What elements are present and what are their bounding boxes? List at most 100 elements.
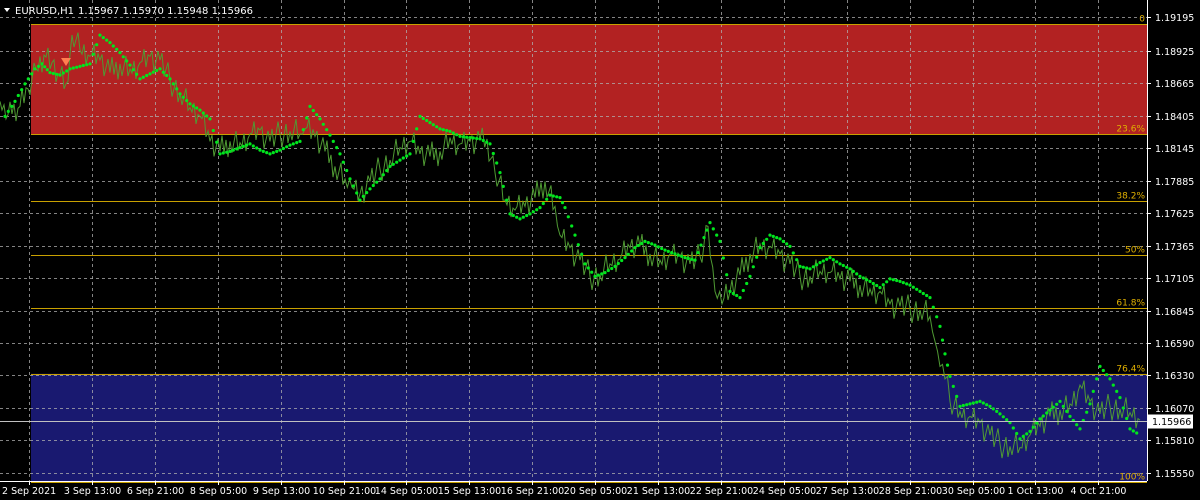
sar-dot xyxy=(298,139,302,143)
sar-dot xyxy=(858,274,862,278)
sar-dot xyxy=(225,150,229,154)
sar-dot xyxy=(278,148,282,152)
sar-dot xyxy=(596,273,600,277)
sar-dot xyxy=(461,135,465,139)
sar-dot xyxy=(705,228,709,232)
sar-dot xyxy=(815,263,819,267)
price-tick-label: 1.17365 xyxy=(1155,242,1194,253)
sar-dot xyxy=(331,139,335,143)
sar-dot xyxy=(435,125,439,129)
sar-dot xyxy=(798,264,802,268)
sar-dot xyxy=(676,253,680,257)
sar-dot xyxy=(368,187,372,191)
sar-dot xyxy=(231,148,235,152)
price-tick-label: 1.17105 xyxy=(1155,274,1194,285)
sar-dot xyxy=(131,68,135,72)
sar-dot xyxy=(978,399,982,403)
sar-dot xyxy=(448,129,452,133)
sar-dot xyxy=(535,208,539,212)
sar-dot xyxy=(115,47,119,51)
sar-dot xyxy=(48,71,52,75)
sar-dot xyxy=(178,92,182,96)
chart-window[interactable]: 0 23.6% 38.2% 50% 61.8% 76.4% 100% 1.19195 1.18… xyxy=(0,0,1200,500)
fib-level-label: 38.2% xyxy=(1116,192,1145,202)
sar-dot xyxy=(699,243,703,247)
sar-dot xyxy=(995,409,999,413)
sar-dot xyxy=(1111,383,1115,387)
time-tick-label: 27 Sep 13:00 xyxy=(816,486,879,497)
sar-dot xyxy=(1128,427,1132,431)
sar-dot xyxy=(23,82,27,86)
sar-dot xyxy=(1025,432,1029,436)
sar-dot xyxy=(708,221,712,225)
sar-dot xyxy=(391,162,395,166)
sar-dot xyxy=(221,151,225,155)
sar-dot xyxy=(711,227,715,231)
triangle-down-icon[interactable] xyxy=(4,8,10,12)
fib-level-label: 50% xyxy=(1125,246,1145,256)
sar-dot xyxy=(498,171,502,175)
sar-dot xyxy=(1098,364,1102,368)
sar-dot xyxy=(1101,368,1105,373)
sar-dot xyxy=(251,144,255,148)
sar-dot xyxy=(643,239,647,243)
sar-dot xyxy=(271,151,275,155)
sar-dot xyxy=(181,95,185,99)
sar-dot xyxy=(128,63,132,67)
chart-header[interactable]: EURUSD,H1 1.15967 1.15970 1.15948 1.1596… xyxy=(4,6,253,17)
sar-dot xyxy=(828,256,832,260)
sar-dot xyxy=(121,55,125,59)
sar-dot xyxy=(101,36,105,40)
sar-dot xyxy=(626,252,630,256)
sar-dot xyxy=(1131,429,1135,433)
sar-dot xyxy=(40,62,44,66)
sar-dot xyxy=(381,173,385,177)
sar-dot xyxy=(505,198,509,202)
sar-dot xyxy=(408,152,412,156)
sar-dot xyxy=(696,251,700,255)
sar-dot xyxy=(405,154,409,158)
sar-dot xyxy=(666,249,670,253)
sar-dot xyxy=(885,280,889,284)
sar-dot xyxy=(680,254,684,258)
sar-dot xyxy=(55,72,59,76)
sar-dot xyxy=(888,277,892,281)
sar-dot xyxy=(161,70,165,74)
sar-dot xyxy=(965,403,969,407)
sar-dot xyxy=(195,106,199,110)
sar-dot xyxy=(305,116,309,120)
sar-dot xyxy=(805,266,809,270)
sar-dot xyxy=(495,161,499,165)
sar-dot xyxy=(1028,429,1032,433)
sar-dot xyxy=(45,68,49,72)
sar-dot xyxy=(653,243,657,247)
fib-level-label: 23.6% xyxy=(1116,125,1145,135)
sar-dot xyxy=(656,245,660,249)
time-tick-label: 4 Oct 21:00 xyxy=(1071,486,1127,497)
time-tick-label: 24 Sep 05:00 xyxy=(753,486,816,497)
sar-dot xyxy=(1095,377,1099,381)
sar-dot xyxy=(341,160,345,164)
fib-level-label: 76.4% xyxy=(1116,365,1145,375)
price-chart[interactable]: 023.6%38.2%50%61.8%76.4%100% 1.191951.18… xyxy=(0,0,1200,500)
sar-dot xyxy=(208,117,212,121)
sar-dot xyxy=(921,291,925,296)
sar-dot xyxy=(475,136,479,141)
sar-dot xyxy=(125,59,129,63)
sar-dot xyxy=(30,72,34,76)
sar-dot xyxy=(371,183,375,188)
sar-dot xyxy=(228,149,232,153)
sar-dot xyxy=(908,283,912,287)
sar-dot xyxy=(538,206,542,210)
sar-dot xyxy=(248,142,252,146)
sar-dot xyxy=(548,193,552,197)
sar-dot xyxy=(613,264,617,268)
sar-dot xyxy=(378,177,382,181)
sar-dot xyxy=(633,246,637,250)
sar-dot xyxy=(600,272,604,276)
sar-dot xyxy=(603,271,607,275)
sar-dot xyxy=(13,99,17,103)
sar-dot xyxy=(411,139,415,143)
sar-dot xyxy=(1108,377,1112,381)
sar-dot xyxy=(75,65,79,69)
